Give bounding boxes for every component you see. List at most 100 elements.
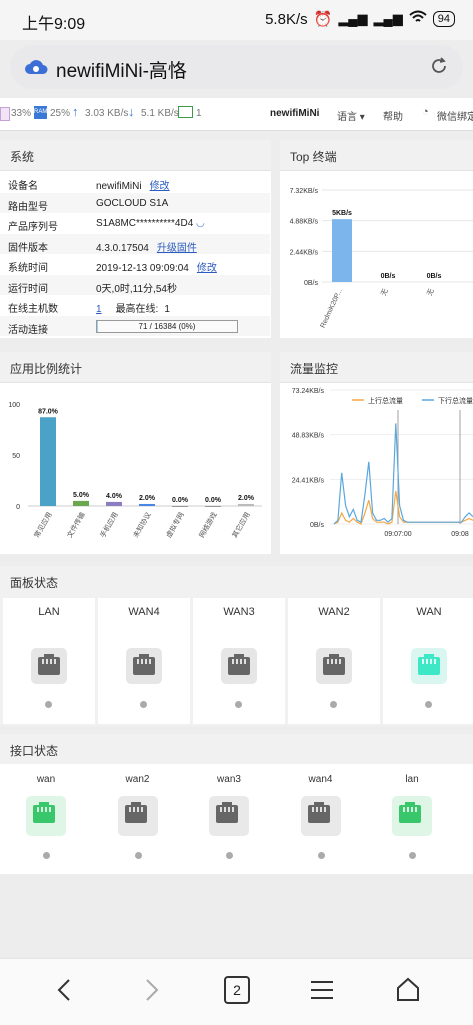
connections-progress-text: 71 / 16384 (0%) [138,321,196,331]
x-tick-label: 未知协议 [131,511,153,540]
system-row: 运行时间 0天,0时,11分,54秒 [0,274,270,295]
ethernet-port-icon[interactable] [117,796,158,836]
cpu-usage: 33% [11,108,32,119]
page-title: newifiMiNi-高恪 [56,61,187,82]
port-label: WAN2 [318,606,350,618]
port-status-dot [140,701,147,708]
language-label: 语言 [337,112,357,123]
app-stats-panel: 应用比例统计 100 50 0 87.0% 常见应用 5.0% 文件传输 4.0% 手机应用 2.… [0,352,271,554]
system-row-link[interactable]: 升级固件 [157,243,197,254]
panel-status-section: 面板状态 LAN WAN4 WAN3 WAN2 WAN [0,566,473,726]
interface-label: wan [36,774,56,785]
port-label: WAN4 [128,606,160,618]
max-online-value: 1 [164,304,170,315]
interface-status-dot [409,852,416,859]
system-row-text: 4.3.0.17504 [96,242,149,254]
x-tick-label: 无 [380,287,390,297]
system-row-key: 系统时间 [8,263,48,274]
ethernet-port-icon[interactable] [209,796,249,836]
router-model: newifiMiNi [270,108,320,119]
top-terminals-panel: Top 终端 7.32KB/s 4.88KB/s 2.44KB/s 0B/s 5KB/s… [280,140,473,338]
panel-port[interactable]: WAN [383,598,473,724]
ethernet-port-icon[interactable] [26,796,66,836]
bar [238,503,254,506]
tabs-button[interactable]: 2 [224,976,250,1004]
upload-icon: ↑ [72,104,79,119]
address-bar[interactable]: newifiMiNi-高恪 [10,45,463,89]
panel-port[interactable]: WAN2 [288,598,380,724]
home-icon[interactable] [395,976,421,1007]
traffic-chart: 73.24KB/s 48.83KB/s 24.41KB/s 0B/s 上行总流量 下行总流… [292,388,473,538]
back-icon[interactable] [52,977,76,1008]
panel-port[interactable]: WAN3 [193,598,285,724]
menu-icon[interactable] [310,979,334,1006]
x-tick-label: 09:07:00 [384,531,411,538]
wechat-bind-link[interactable]: 微信绑定 [437,108,473,123]
bar-data-label: 4.0% [106,493,123,500]
port-status-dot [425,701,432,708]
system-row: 设备名 newifiMiNi 修改 [0,172,270,192]
ethernet-port-icon [31,648,67,684]
interface-label: wan3 [217,774,241,785]
y-tick-label: 24.41KB/s [292,477,325,484]
system-row-key: 运行时间 [8,283,48,295]
ethernet-port-icon [411,648,447,684]
system-row-value: 4.3.0.17504 升级固件 [96,239,197,254]
interface-label: wan4 [308,774,333,785]
bar [205,506,221,507]
online-hosts-count[interactable]: 1 [96,304,102,315]
system-panel: 系统 设备名 newifiMiNi 修改 路由型号 GOCLOUD S1A 产品序列号 S1… [0,140,271,338]
port-status-dot [330,701,337,708]
x-tick-label: 其它应用 [230,511,252,540]
interface-status-header [0,734,473,764]
bar [73,500,89,506]
system-row-value: GOCLOUD S1A [96,198,168,209]
ethernet-port-icon[interactable] [300,796,341,836]
system-panel-header: 系统 [0,140,271,171]
system-row: 系统时间 2019-12-13 09:09:04 修改 [0,254,270,274]
router-toolbar: 33% RAM 25% ↑ 3.03 KB/s ↓ 5.1 KB/s 1 new… [0,98,473,131]
interface-status-dot [317,852,325,859]
devices-icon [178,106,193,118]
bar-data-label: 0B/s [381,273,396,280]
x-tick-label: 09:08 [451,531,469,538]
system-row-value: 0天,0时,11分,54秒 [96,280,177,295]
help-link[interactable]: 帮助 [383,108,403,123]
x-tick-label: 文件传输 [65,511,87,540]
status-bar: 上午9:09 5.8K/s ⏰ ▂▄▆ ▂▄▆ 94 [0,0,473,40]
system-row-link[interactable]: 修改 [197,263,217,274]
system-panel-title: 系统 [10,150,35,164]
x-tick-label: 无 [426,287,436,297]
expand-icon[interactable]: ◡ [193,218,205,229]
bar-data-label: 0B/s [427,273,442,280]
interface-status-dot [134,852,142,859]
ethernet-port-icon[interactable] [392,796,432,836]
browser-nav-bar: 2 [0,958,473,1025]
language-menu[interactable]: 语言 ▾ [337,108,365,123]
bar-data-label: 0.0% [172,497,189,504]
bar-data-label: 5KB/s [332,210,352,217]
top-terminals-header: Top 终端 [280,140,473,171]
app-stats-chart: 100 50 0 87.0% 常见应用 5.0% 文件传输 4.0% 手机应用 2.0% 未知协议 0… [8,402,262,540]
status-icons: 5.8K/s ⏰ ▂▄▆ ▂▄▆ 94 [265,10,455,28]
system-row-key: 产品序列号 [8,222,58,233]
system-row-link[interactable]: 修改 [150,181,170,192]
traffic-title: 流量监控 [290,362,339,376]
panel-port[interactable]: LAN [3,598,95,724]
clock: 上午9:09 [22,16,86,33]
bar [139,503,155,506]
y-tick-label: 0B/s [310,522,325,529]
y-tick-label: 50 [12,453,20,460]
system-row-value: newifiMiNi 修改 [96,177,170,192]
port-label: LAN [38,606,60,618]
bar-data-label: 2.0% [139,495,156,502]
port-status-dot [45,701,52,708]
wechat-icon: ◔ [422,106,429,118]
system-row-text: S1A8MC**********4D4 [96,218,194,229]
forward-icon[interactable] [140,977,164,1008]
panel-port[interactable]: WAN4 [98,598,190,724]
ethernet-port-icon [126,648,162,684]
refresh-icon[interactable] [429,56,449,81]
alarm-icon: ⏰ [313,11,333,28]
system-row-key: 固件版本 [8,242,48,254]
